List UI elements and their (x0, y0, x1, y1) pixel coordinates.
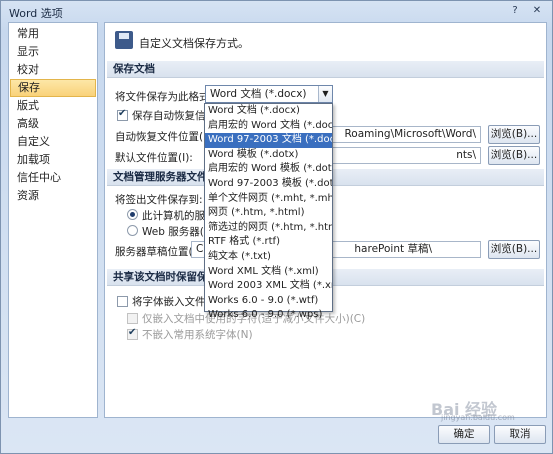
dropdown-option[interactable]: Word 2003 XML 文档 (*.xml) (205, 279, 332, 294)
dropdown-option[interactable]: 纯文本 (*.txt) (205, 250, 332, 265)
default-path-label: 默认文件位置(I): (115, 152, 193, 164)
help-button[interactable]: ? (507, 4, 523, 18)
dropdown-option[interactable]: Works 6.0 - 9.0 (*.wps) (205, 308, 332, 323)
format-dropdown-list: Word 文档 (*.docx) 启用宏的 Word 文档 (*.docm) W… (204, 103, 333, 320)
sidebar-item-resources[interactable]: 资源 (10, 187, 96, 205)
no-common-fonts-checkbox[interactable] (127, 327, 138, 340)
browse-autorecover-button[interactable]: 浏览(B)... (488, 125, 540, 144)
no-common-fonts-label: 不嵌入常用系统字体(N) (142, 329, 253, 341)
cancel-button[interactable]: 取消 (494, 425, 546, 444)
sidebar-item-proofing[interactable]: 校对 (10, 61, 96, 79)
dropdown-option-selected[interactable]: Word 97-2003 文档 (*.doc) (205, 133, 332, 148)
chevron-down-icon[interactable]: ▼ (318, 86, 332, 102)
dropdown-option[interactable]: Word XML 文档 (*.xml) (205, 265, 332, 280)
dropdown-option[interactable]: Works 6.0 - 9.0 (*.wtf) (205, 294, 332, 309)
page-header: 自定义文档保存方式。 (139, 37, 249, 50)
watermark-url: jingyan.baidu.com (441, 413, 515, 422)
autorecover-path-label: 自动恢复文件位置(R): (115, 131, 219, 143)
dropdown-option[interactable]: RTF 格式 (*.rtf) (205, 235, 332, 250)
draft-path-suffix: harePoint 草稿\ (354, 243, 432, 255)
radio-server-drafts[interactable] (127, 209, 138, 220)
close-button[interactable]: ✕ (529, 4, 545, 18)
sidebar-item-addins[interactable]: 加载项 (10, 151, 96, 169)
dropdown-option[interactable]: 筛选过的网页 (*.htm, *.html) (205, 221, 332, 236)
format-select-value: Word 文档 (*.docx) (210, 88, 307, 100)
save-disk-icon (115, 31, 133, 49)
ok-button[interactable]: 确定 (438, 425, 490, 444)
sidebar-item-general[interactable]: 常用 (10, 25, 96, 43)
sidebar-item-layout[interactable]: 版式 (10, 97, 96, 115)
section-save-documents: 保存文档 (107, 61, 544, 78)
dropdown-option[interactable]: Word 文档 (*.docx) (205, 104, 332, 119)
browse-default-button[interactable]: 浏览(B)... (488, 146, 540, 165)
radio-web-server[interactable] (127, 225, 138, 236)
dropdown-option[interactable]: Word 模板 (*.dotx) (205, 148, 332, 163)
dropdown-option[interactable]: 网页 (*.htm, *.html) (205, 206, 332, 221)
sidebar-item-advanced[interactable]: 高级 (10, 115, 96, 133)
window-title: Word 选项 (9, 7, 63, 20)
title-bar: Word 选项 ? ✕ (1, 1, 552, 21)
word-options-dialog: Word 选项 ? ✕ 常用 显示 校对 保存 版式 高级 自定义 加载项 信任… (0, 0, 553, 454)
sidebar: 常用 显示 校对 保存 版式 高级 自定义 加载项 信任中心 资源 (8, 22, 98, 418)
embed-only-used-checkbox[interactable] (127, 313, 138, 324)
embed-fonts-checkbox[interactable] (117, 296, 128, 307)
dropdown-option[interactable]: Word 97-2003 模板 (*.dot) (205, 177, 332, 192)
checkout-label: 将签出文件保存到: (115, 194, 203, 206)
sidebar-item-trust-center[interactable]: 信任中心 (10, 169, 96, 187)
dropdown-option[interactable]: 启用宏的 Word 文档 (*.docm) (205, 119, 332, 134)
sidebar-item-customize[interactable]: 自定义 (10, 133, 96, 151)
autorecover-checkbox[interactable] (117, 108, 128, 121)
format-select[interactable]: Word 文档 (*.docx) ▼ (205, 85, 333, 103)
sidebar-item-save[interactable]: 保存 (10, 79, 96, 97)
dropdown-option[interactable]: 启用宏的 Word 模板 (*.dotm) (205, 162, 332, 177)
browse-draft-button[interactable]: 浏览(B)... (488, 240, 540, 259)
sidebar-item-display[interactable]: 显示 (10, 43, 96, 61)
dropdown-option[interactable]: 单个文件网页 (*.mht, *.mhtml) (205, 192, 332, 207)
